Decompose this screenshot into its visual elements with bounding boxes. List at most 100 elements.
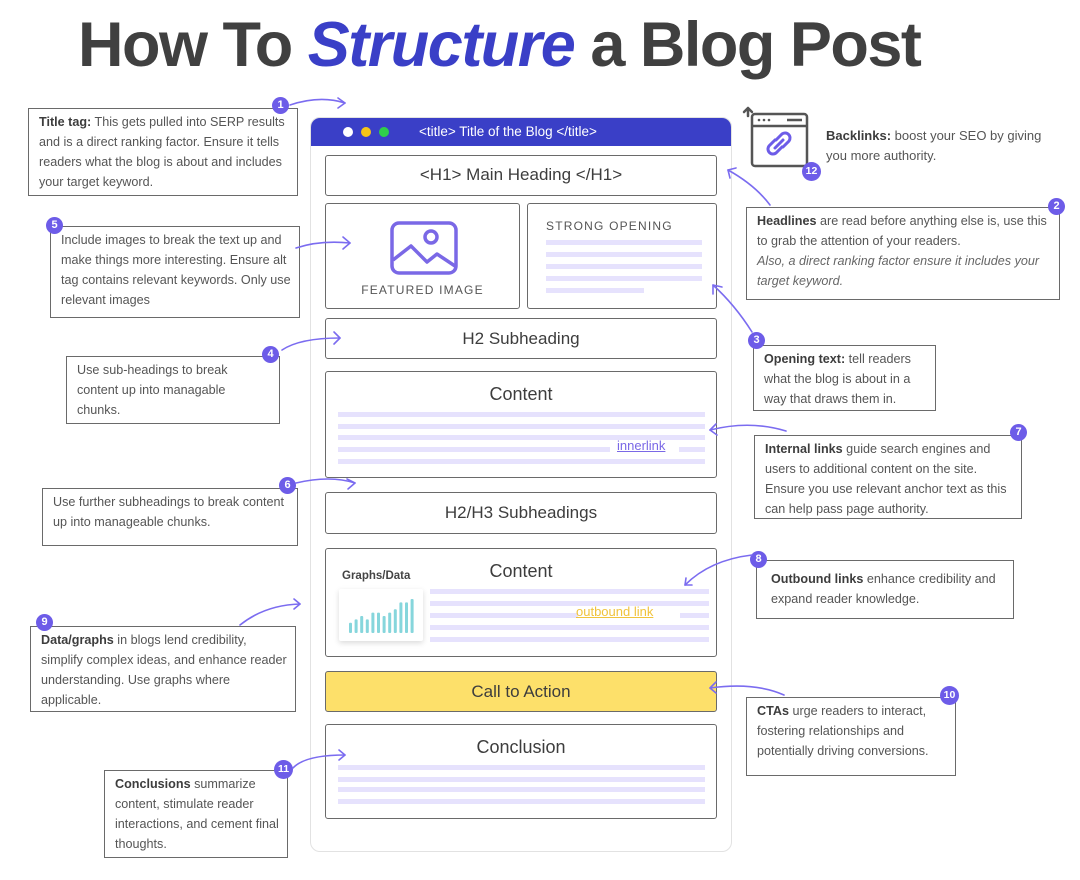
content-block-1: Content innerlink xyxy=(325,371,717,478)
text-line xyxy=(546,276,702,281)
text-line xyxy=(430,589,709,594)
callout-ctas: CTAs urge readers to interact, fostering… xyxy=(746,697,956,776)
badge-9: 9 xyxy=(36,614,53,631)
mini-chart-bar xyxy=(410,599,414,633)
mini-chart-bar xyxy=(405,602,408,633)
text-line xyxy=(546,288,644,293)
badge-7: 7 xyxy=(1010,424,1027,441)
h2-subheading-block: H2 Subheading xyxy=(325,318,717,359)
callout-title-tag: Title tag: This gets pulled into SERP re… xyxy=(28,108,298,196)
badge-10: 10 xyxy=(940,686,959,705)
badge-3: 3 xyxy=(748,332,765,349)
conclusion-label: Conclusion xyxy=(476,737,566,757)
text-line xyxy=(338,424,705,429)
callout-internal-links: Internal links guide search engines and … xyxy=(754,435,1022,519)
badge-8: 8 xyxy=(750,551,767,568)
browser-title-bar: <title> Title of the Blog </title> xyxy=(311,118,731,146)
window-dot-yellow xyxy=(361,127,371,137)
h1-label: <H1> Main Heading </H1> xyxy=(419,165,623,184)
badge-5: 5 xyxy=(46,217,63,234)
strong-opening-label: STRONG OPENING xyxy=(546,219,673,233)
page-title: How To Structure a Blog Post xyxy=(78,14,922,77)
title-prefix: How To xyxy=(78,10,308,80)
callout-conclusions: Conclusions summarize content, stimulate… xyxy=(104,770,288,858)
h1-main-heading-block: <H1> Main Heading </H1> xyxy=(325,155,717,196)
mini-chart-bar xyxy=(354,619,358,633)
innerlink-link[interactable]: innerlink xyxy=(617,438,665,453)
callout-6-text: Use further subheadings to break content… xyxy=(53,495,285,529)
mini-chart-bar xyxy=(349,622,352,633)
badge-4: 4 xyxy=(262,346,279,363)
callout-1-bold: Title tag: xyxy=(39,115,92,129)
h2-h3-label: H2/H3 Subheadings xyxy=(444,503,598,522)
callout-images: Include images to break the text up and … xyxy=(50,226,300,318)
backlink-browser-icon xyxy=(742,106,809,168)
text-line xyxy=(430,601,709,606)
callout-12-bold: Backlinks: xyxy=(826,128,892,143)
text-line xyxy=(546,240,702,245)
arrow-9 xyxy=(239,603,301,626)
callout-4-text: Use sub-headings to break content up int… xyxy=(77,363,228,417)
callout-subheadings: Use sub-headings to break content up int… xyxy=(66,356,280,424)
window-dot-white xyxy=(343,127,353,137)
callout-2-italic: Also, a direct ranking factor ensure it … xyxy=(757,254,1040,288)
callout-headlines: Headlines are read before anything else … xyxy=(746,207,1060,300)
mini-chart-bar xyxy=(388,612,392,633)
mini-chart-bar xyxy=(393,609,397,633)
h2-label: H2 Subheading xyxy=(462,329,580,348)
mini-bar-chart xyxy=(349,599,414,633)
graphs-data-card xyxy=(339,589,423,641)
callout-opening-text: Opening text: tell readers what the blog… xyxy=(753,345,936,411)
mini-chart-bar xyxy=(382,616,386,633)
mini-chart-bar xyxy=(371,612,375,633)
content-block-2: Graphs/Data Content outbound link xyxy=(325,548,717,657)
text-line xyxy=(430,625,709,630)
callout-2-bold: Headlines xyxy=(757,214,817,228)
content-1-label: Content xyxy=(489,384,553,404)
badge-1: 1 xyxy=(272,97,289,114)
text-line xyxy=(338,787,705,792)
blog-post-browser-mock: <title> Title of the Blog </title> <H1> … xyxy=(310,117,732,852)
callout-11-bold: Conclusions xyxy=(115,777,191,791)
mini-chart-bar xyxy=(377,612,380,633)
image-icon xyxy=(390,221,458,275)
callout-further-subheadings: Use further subheadings to break content… xyxy=(42,488,298,546)
text-line xyxy=(338,799,705,804)
callout-3-bold: Opening text: xyxy=(764,352,846,366)
badge-12: 12 xyxy=(802,162,821,181)
badge-11: 11 xyxy=(274,760,293,779)
badge-6: 6 xyxy=(279,477,296,494)
outbound-link[interactable]: outbound link xyxy=(576,604,653,619)
text-line xyxy=(338,459,705,464)
callout-7-bold: Internal links xyxy=(765,442,843,456)
call-to-action-button[interactable]: Call to Action xyxy=(325,671,717,712)
text-line xyxy=(679,447,705,452)
text-line xyxy=(338,765,705,770)
badge-2: 2 xyxy=(1048,198,1065,215)
featured-image-block: FEATURED IMAGE xyxy=(325,203,520,309)
text-line xyxy=(338,447,610,452)
text-line xyxy=(430,637,709,642)
text-line xyxy=(680,613,709,618)
text-line xyxy=(338,777,705,782)
h2-h3-subheadings-block: H2/H3 Subheadings xyxy=(325,492,717,534)
callout-outbound-links: Outbound links enhance credibility and e… xyxy=(756,560,1014,619)
mini-chart-bar xyxy=(399,602,403,633)
callout-10-bold: CTAs xyxy=(757,704,789,718)
callout-5-text: Include images to break the text up and … xyxy=(61,233,291,307)
text-line xyxy=(430,613,578,618)
text-line xyxy=(546,252,702,257)
featured-image-label: FEATURED IMAGE xyxy=(361,283,484,297)
title-tag-text: <title> Title of the Blog </title> xyxy=(419,124,597,139)
conclusion-block: Conclusion xyxy=(325,724,717,819)
mini-chart-bar xyxy=(360,616,364,633)
callout-9-bold: Data/graphs xyxy=(41,633,114,647)
content-2-label: Content xyxy=(489,561,553,581)
callout-data-graphs: Data/graphs in blogs lend credibility, s… xyxy=(30,626,296,712)
cta-label: Call to Action xyxy=(471,682,571,701)
title-accent: Structure xyxy=(307,10,576,80)
strong-opening-block: STRONG OPENING xyxy=(527,203,717,309)
text-line xyxy=(338,412,705,417)
window-dot-green xyxy=(379,127,389,137)
title-suffix: a Blog Post xyxy=(574,10,922,80)
